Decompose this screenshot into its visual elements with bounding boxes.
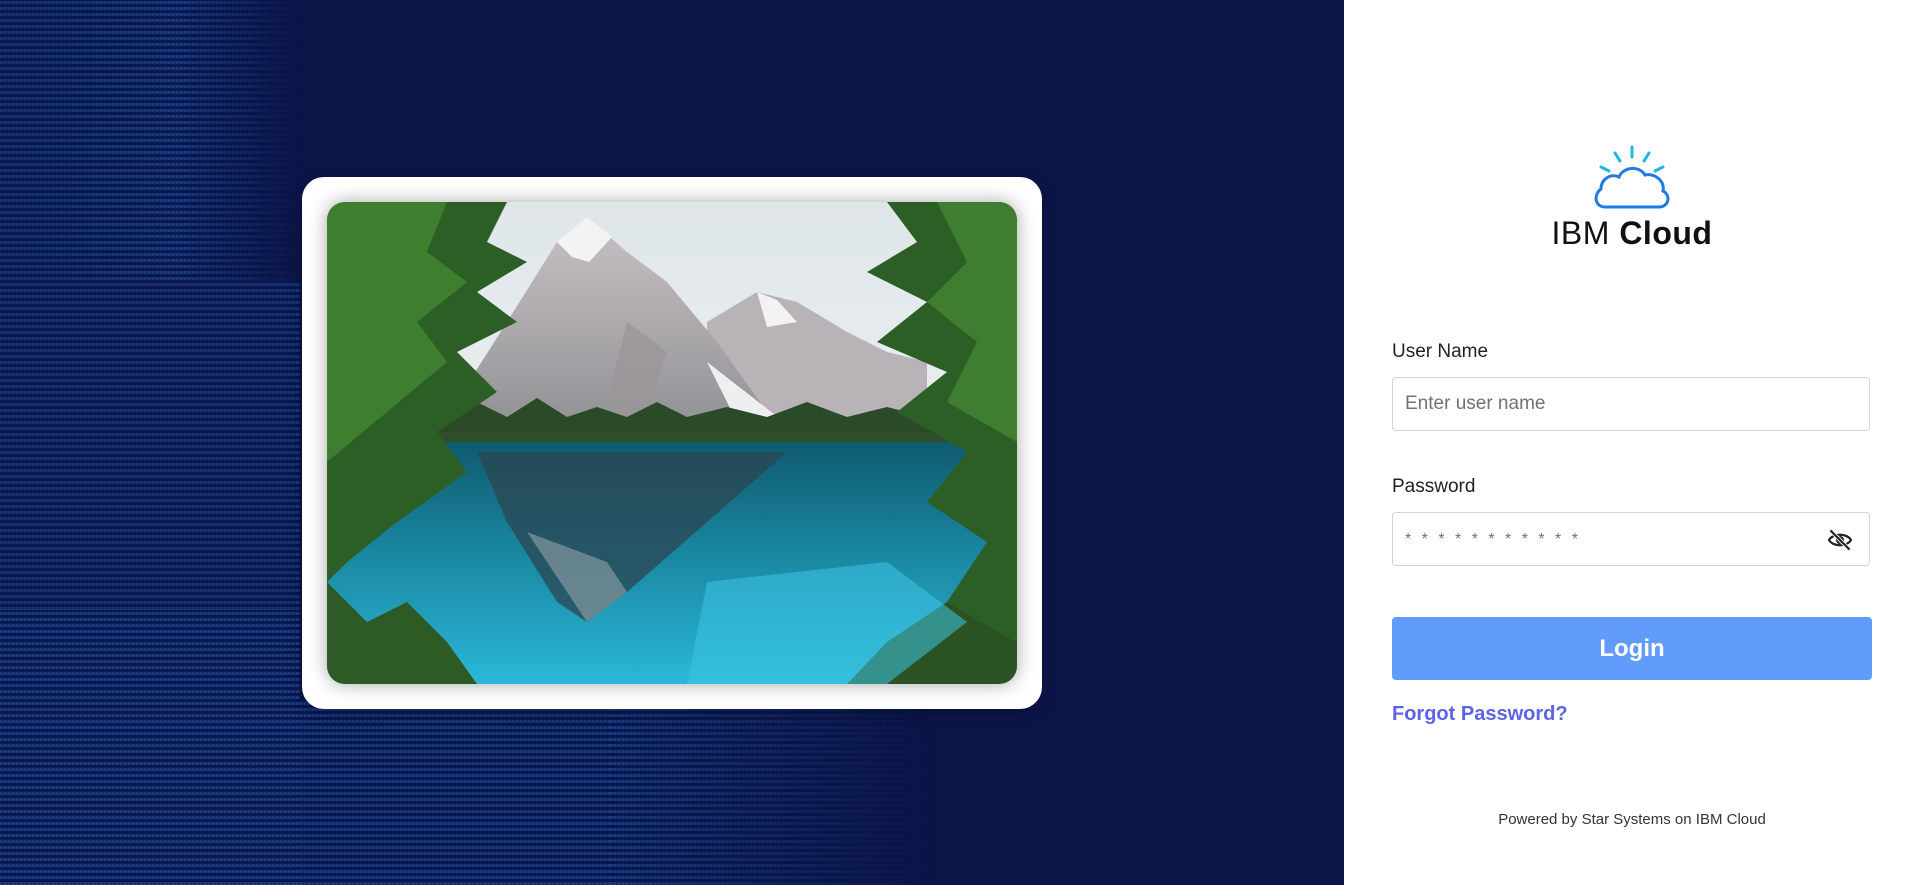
password-input[interactable] <box>1393 513 1869 565</box>
pattern-tile <box>610 700 930 885</box>
brand-wordmark: IBM Cloud <box>1344 215 1920 252</box>
password-field[interactable] <box>1392 512 1870 566</box>
pattern-tile <box>0 610 300 885</box>
password-label: Password <box>1392 476 1476 497</box>
hero-panel <box>0 0 1344 885</box>
mountain-lake-photo <box>327 202 1017 684</box>
ibm-cloud-logo: IBM Cloud <box>1344 145 1920 252</box>
pattern-tile <box>0 0 300 280</box>
pattern-tile <box>0 280 300 610</box>
username-label: User Name <box>1392 341 1489 362</box>
photo-frame <box>302 177 1042 709</box>
cloud-sun-icon <box>1594 145 1670 209</box>
login-panel: IBM Cloud User Name Password Login Forgo… <box>1344 0 1920 885</box>
eye-slash-icon[interactable] <box>1827 528 1853 552</box>
username-field[interactable] <box>1392 377 1870 431</box>
username-input[interactable] <box>1393 378 1869 430</box>
forgot-password-link[interactable]: Forgot Password? <box>1392 703 1568 726</box>
login-button[interactable]: Login <box>1392 617 1872 680</box>
landscape-illustration <box>327 202 1017 684</box>
brand-prefix: IBM <box>1551 215 1610 251</box>
pattern-tile <box>300 700 610 885</box>
brand-name: Cloud <box>1619 215 1713 251</box>
footer-text: Powered by Star Systems on IBM Cloud <box>1498 811 1766 828</box>
